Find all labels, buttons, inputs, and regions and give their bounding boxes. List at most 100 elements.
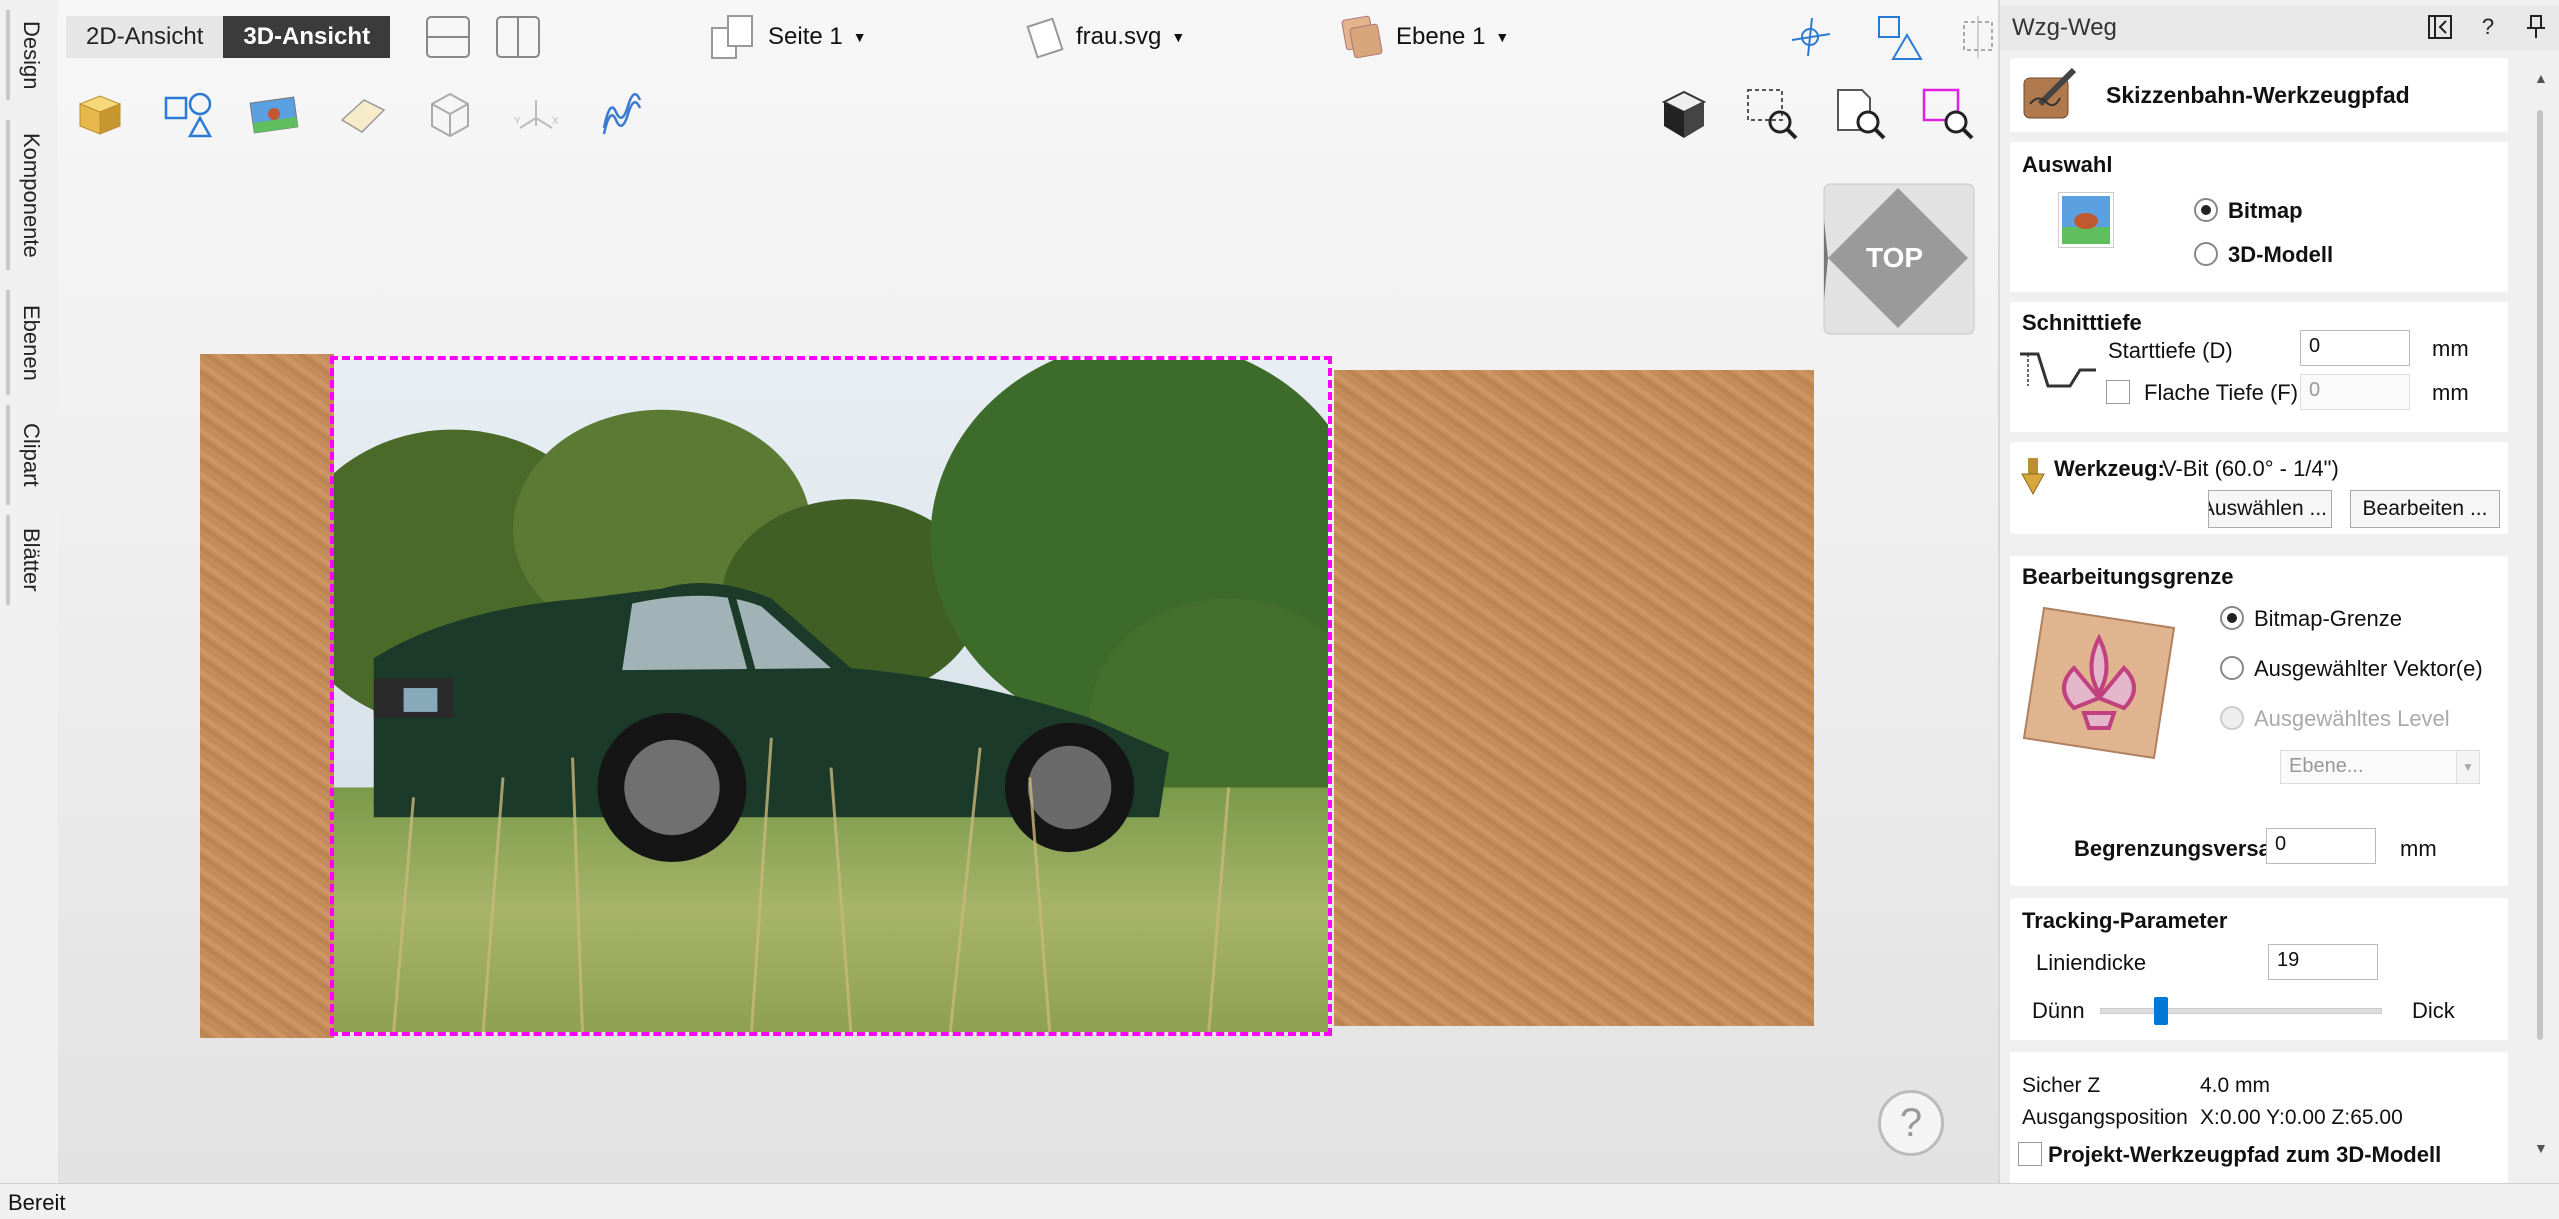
scroll-down-icon[interactable]: ▼ (2534, 1140, 2548, 1156)
safe-z-label: Sicher Z (2022, 1074, 2101, 1097)
grenze-section: Bearbeitungsgrenze Bitmap-Grenze Ausgewä… (2010, 556, 2508, 886)
selected-bitmap[interactable] (330, 356, 1332, 1036)
tab-design-label: Design (19, 20, 44, 90)
project-toolpath-checkbox[interactable] (2018, 1142, 2042, 1166)
tab-ebenen[interactable]: Ebenen (6, 290, 52, 395)
home-position-value: X:0.00 Y:0.00 Z:65.00 (2200, 1106, 2403, 1129)
tab-blaetter[interactable]: Blätter (6, 515, 52, 605)
page-dropdown-label: Seite 1 (768, 23, 843, 50)
chevron-down-icon: ▼ (1171, 29, 1186, 45)
page-dropdown[interactable]: Seite 1 ▼ (710, 14, 867, 60)
boundary-offset-unit: mm (2400, 836, 2437, 861)
radio-selected-level[interactable] (2220, 706, 2244, 730)
line-thickness-label: Liniendicke (2036, 950, 2147, 975)
tab-blaetter-label: Blätter (19, 528, 44, 592)
line-thickness-input[interactable]: 19 (2268, 944, 2378, 980)
slider-thick-label: Dick (2412, 998, 2455, 1023)
zoom-extents-icon[interactable] (1920, 84, 1976, 144)
schnitttiefe-title: Schnitttiefe (2022, 310, 2142, 335)
boundary-offset-label: Begrenzungsversatz (2074, 836, 2274, 861)
scroll-up-icon[interactable]: ▲ (2534, 70, 2548, 86)
file-icon (1026, 17, 1064, 59)
sketch-toolpath-icon (2020, 64, 2082, 124)
zoom-page-icon[interactable] (1832, 84, 1888, 144)
tab-design[interactable]: Design (6, 10, 52, 100)
zoom-selection-icon[interactable] (1744, 84, 1800, 144)
radio-selected-vector[interactable] (2220, 656, 2244, 680)
radio-selected-vector-label: Ausgewählter Vektor(e) (2254, 656, 2483, 681)
safe-z-value: 4.0 mm (2200, 1074, 2271, 1097)
edit-tool-label: Bearbeiten ... (2362, 497, 2488, 520)
collapse-panel-icon[interactable] (2425, 12, 2455, 42)
status-bar: Bereit (0, 1183, 2559, 1219)
main-viewport[interactable]: 2D-Ansicht 3D-Ansicht Seite 1 ▼ frau.svg ▼… (58, 0, 1998, 1183)
view-cube[interactable]: TOP (1818, 180, 2018, 340)
tracking-section: Tracking-Parameter Liniendicke 19 Dünn D… (2010, 898, 2508, 1040)
start-depth-input[interactable]: 0 (2300, 330, 2410, 366)
tab-clipart-label: Clipart (19, 423, 44, 487)
slider-thin-label: Dünn (2032, 998, 2085, 1023)
flat-depth-input[interactable]: 0 (2300, 374, 2410, 410)
page-icon (711, 15, 753, 59)
scrollbar-thumb[interactable] (2537, 110, 2543, 1040)
bitmap-image-icon[interactable] (246, 86, 302, 142)
grid-snap-icon[interactable] (1958, 12, 1998, 62)
tab-clipart[interactable]: Clipart (6, 405, 52, 505)
view-3d-button[interactable]: 3D-Ansicht (223, 16, 391, 58)
help-button[interactable]: ? (1878, 1090, 1944, 1156)
view-cube-label: TOP (1866, 242, 1924, 273)
view-cube-toggle-icon[interactable] (1656, 84, 1712, 144)
radio-bitmap-boundary-label: Bitmap-Grenze (2254, 606, 2402, 631)
chevron-down-icon: ▼ (1495, 29, 1510, 45)
split-horizontal-icon[interactable] (424, 14, 472, 60)
panel-scrollbar[interactable]: ▲ ▼ (2528, 60, 2552, 1170)
radio-bitmap[interactable] (2194, 198, 2218, 222)
wireframe-cube-icon[interactable] (422, 86, 478, 142)
start-depth-label: Starttiefe (D) (2108, 338, 2233, 363)
wood-panel-right (1334, 370, 1814, 1026)
view-2d-button[interactable]: 2D-Ansicht (66, 16, 224, 58)
toolpath-title-section: Skizzenbahn-Werkzeugpfad (2010, 58, 2508, 132)
file-dropdown[interactable]: frau.svg ▼ (1026, 14, 1185, 60)
project-toolpath-label: Projekt-Werkzeugpfad zum 3D-Modell (2048, 1142, 2442, 1167)
pin-icon[interactable] (2521, 12, 2551, 42)
chevron-down-icon[interactable]: ▼ (2456, 750, 2480, 784)
radio-3d-model[interactable] (2194, 242, 2218, 266)
tab-komponente[interactable]: Komponente (6, 120, 52, 270)
tracking-title: Tracking-Parameter (2022, 908, 2228, 933)
split-vertical-icon[interactable] (494, 14, 542, 60)
help-label: ? (1899, 1100, 1923, 1145)
flat-depth-label: Flache Tiefe (F) (2144, 380, 2299, 405)
select-tool-button[interactable]: Auswählen ... (2208, 490, 2332, 528)
slider-thumb[interactable] (2154, 997, 2168, 1025)
toolpath-wave-icon[interactable] (594, 86, 650, 142)
tab-ebenen-label: Ebenen (19, 304, 44, 381)
box-3d-icon[interactable] (72, 86, 128, 142)
level-select[interactable]: Ebene... (2280, 750, 2458, 784)
line-thickness-slider[interactable] (2100, 997, 2382, 1025)
top-toolbar: 2D-Ansicht 3D-Ansicht Seite 1 ▼ frau.svg ▼… (58, 0, 1998, 74)
schnitttiefe-section: Schnitttiefe Starttiefe (D) 0 mm Flache … (2010, 302, 2508, 432)
level-select-label: Ebene... (2289, 755, 2364, 777)
left-tab-bar: Design Komponente Ebenen Clipart Blätter (0, 0, 58, 1183)
view-toggle: 2D-Ansicht 3D-Ansicht (66, 16, 391, 58)
boundary-offset-input[interactable]: 0 (2266, 828, 2376, 864)
depth-diagram-icon (2018, 346, 2098, 402)
plane-sheet-icon[interactable] (334, 86, 390, 142)
flat-depth-unit: mm (2432, 380, 2469, 405)
edit-tool-button[interactable]: Bearbeiten ... (2350, 490, 2500, 528)
shapes-icon[interactable] (160, 86, 216, 142)
snap-target-icon[interactable] (1786, 12, 1836, 62)
car-photo-image (334, 360, 1328, 1032)
start-depth-unit: mm (2432, 336, 2469, 361)
home-position-label: Ausgangsposition (2022, 1106, 2188, 1129)
fleur-de-lis-boundary-icon (2014, 598, 2184, 768)
layer-dropdown[interactable]: Ebene 1 ▼ (1340, 14, 1509, 60)
axis-origin-icon[interactable]: YX (508, 86, 564, 142)
transform-shapes-icon[interactable] (1874, 12, 1924, 62)
toolpath-title: Skizzenbahn-Werkzeugpfad (2106, 82, 2410, 108)
help-icon[interactable]: ? (2473, 12, 2503, 42)
flat-depth-checkbox[interactable] (2106, 380, 2130, 404)
auswahl-section: Auswahl Bitmap 3D-Modell (2010, 142, 2508, 292)
radio-bitmap-boundary[interactable] (2220, 606, 2244, 630)
